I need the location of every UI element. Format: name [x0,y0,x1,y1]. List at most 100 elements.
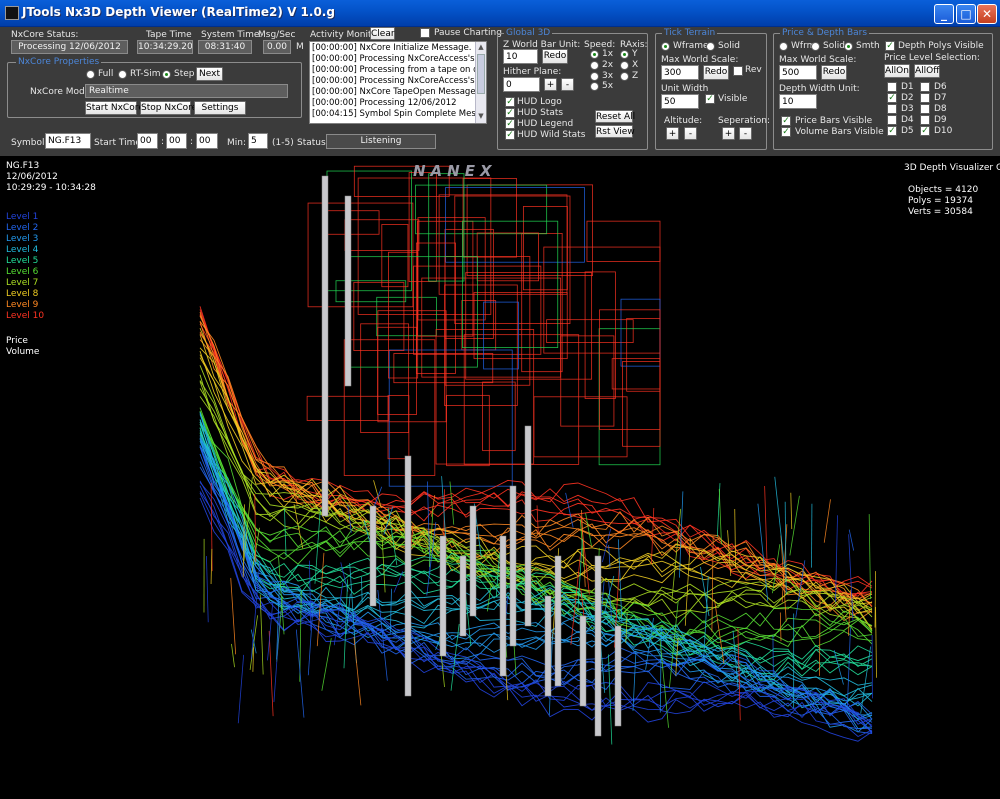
raxis-y-radio[interactable] [620,50,629,59]
hud-legend-checkbox[interactable]: ✓ [505,119,515,129]
clear-button[interactable]: Clear [370,27,395,40]
3d-viewport[interactable]: NG.F13 12/06/2012 10:29:29 - 10:34:28 Le… [0,156,1000,799]
symbol-input[interactable]: NG.F13 [45,133,91,149]
raxis-z-radio[interactable] [620,72,629,81]
hither-minus-button[interactable]: - [561,78,574,91]
separation-minus-button[interactable]: - [739,127,752,140]
bars-max-scale-input[interactable]: 500 [779,65,817,80]
speed-2x-radio[interactable] [590,61,599,70]
step-radio[interactable] [162,70,171,79]
min-input[interactable]: 5 [248,133,268,149]
d2-checkbox[interactable]: ✓ [887,93,897,103]
d5-checkbox[interactable]: ✓ [887,126,897,136]
title-bar[interactable]: JTools Nx3D Depth Viewer (RealTime2) V 1… [0,0,1000,27]
d7-checkbox[interactable] [920,93,930,103]
legend-volume: Volume [6,347,40,357]
start-nxcore-button[interactable]: Start NxCore [85,101,144,115]
activity-log[interactable]: [00:00:00] NxCore Initialize Message. Nx… [309,41,487,124]
volume-bar [459,555,467,637]
scroll-thumb[interactable] [477,54,485,94]
full-radio[interactable] [86,70,95,79]
legend-level-10: Level 10 [6,311,45,321]
bars-redo-button[interactable]: Redo [821,65,847,80]
close-button[interactable]: ✕ [977,4,997,24]
hud-logo-checkbox[interactable]: ✓ [505,97,515,107]
hud-wild-stats-checkbox[interactable]: ✓ [505,130,515,140]
bars-solid-radio[interactable] [811,42,820,51]
all-on-button[interactable]: AllOn [884,64,910,78]
terrain-mesh [389,588,392,633]
raxis-x-radio[interactable] [620,61,629,70]
altitude-minus-button[interactable]: - [684,127,697,140]
d10-checkbox[interactable]: ✓ [920,126,930,136]
window-title: JTools Nx3D Depth Viewer (RealTime2) V 1… [22,5,335,19]
start-minute-input[interactable]: 00 [166,133,187,149]
activity-log-scrollbar[interactable]: ▲ ▼ [475,42,486,123]
msg-sec-unit: M [296,42,304,52]
rtsim-radio[interactable] [118,70,127,79]
d9-checkbox[interactable] [920,115,930,125]
depth-box [306,395,390,421]
depth-box [326,170,412,292]
depth-width-input[interactable]: 10 [779,94,817,109]
terrain-line [199,311,873,600]
terrain-mesh [734,508,737,568]
terrain-mesh [381,524,386,593]
nxcore-mode-field[interactable]: Realtime [85,84,288,98]
depth-box [622,361,661,447]
log-line: [00:00:00] Processing from a tape on dis… [312,65,487,75]
depth-polys-checkbox[interactable]: ✓ [885,41,895,51]
d2-label: D2 [901,93,914,103]
minimize-button[interactable]: _ [934,4,954,24]
terrain-max-scale-input[interactable]: 300 [661,65,699,80]
d6-checkbox[interactable] [920,82,930,92]
rst-view-button[interactable]: Rst View [595,125,635,138]
speed-5x-radio[interactable] [590,82,599,91]
terrain-line [199,323,873,597]
hud-objects-count: Objects = 4120 [908,185,979,195]
d8-checkbox[interactable] [920,104,930,114]
wfrm-radio[interactable] [779,42,788,51]
level-legend: Level 1 Level 2 Level 3 Level 4 Level 5 … [6,212,44,322]
z-world-bar-unit-input[interactable]: 10 [503,49,538,64]
stop-nxcore-button[interactable]: Stop NxCore [140,101,197,115]
start-second-input[interactable]: 00 [196,133,218,149]
volume-bar [439,535,447,657]
speed-1x-radio[interactable] [590,50,599,59]
smth-radio[interactable] [844,42,853,51]
hither-plus-button[interactable]: + [544,78,557,91]
maximize-button[interactable]: □ [956,4,976,24]
start-hour-input[interactable]: 00 [137,133,158,149]
d3-checkbox[interactable] [887,104,897,114]
rev-checkbox[interactable] [733,66,743,76]
speed-3x-label: 3x [602,71,614,81]
hud-stats-checkbox[interactable]: ✓ [505,108,515,118]
volume-bar [594,555,602,737]
volume-bar [509,485,517,647]
hither-plane-input[interactable]: 0 [503,77,540,92]
unit-width-input[interactable]: 50 [661,94,699,109]
wframe-radio[interactable] [661,42,670,51]
d1-checkbox[interactable] [887,82,897,92]
pause-charting-checkbox[interactable] [420,28,430,38]
d8-label: D8 [934,104,947,114]
z-bar-redo-button[interactable]: Redo [542,49,568,64]
speed-3x-radio[interactable] [590,72,599,81]
next-button[interactable]: Next [196,67,223,81]
terrain-mesh [206,556,209,623]
terrain-redo-button[interactable]: Redo [703,65,729,80]
speed-5x-label: 5x [602,81,614,91]
scroll-down-icon[interactable]: ▼ [477,112,485,120]
d4-checkbox[interactable] [887,115,897,125]
altitude-plus-button[interactable]: + [666,127,679,140]
terrain-visible-checkbox[interactable]: ✓ [705,94,715,104]
terrain-mesh [779,612,782,642]
reset-all-button[interactable]: Reset All [595,110,635,123]
terrain-solid-radio[interactable] [706,42,715,51]
settings-button[interactable]: Settings [194,101,246,115]
volume-bars-checkbox[interactable]: ✓ [781,127,791,137]
price-bars-checkbox[interactable]: ✓ [781,116,791,126]
separation-plus-button[interactable]: + [722,127,735,140]
scroll-up-icon[interactable]: ▲ [477,43,485,51]
all-off-button[interactable]: AllOff [914,64,940,78]
